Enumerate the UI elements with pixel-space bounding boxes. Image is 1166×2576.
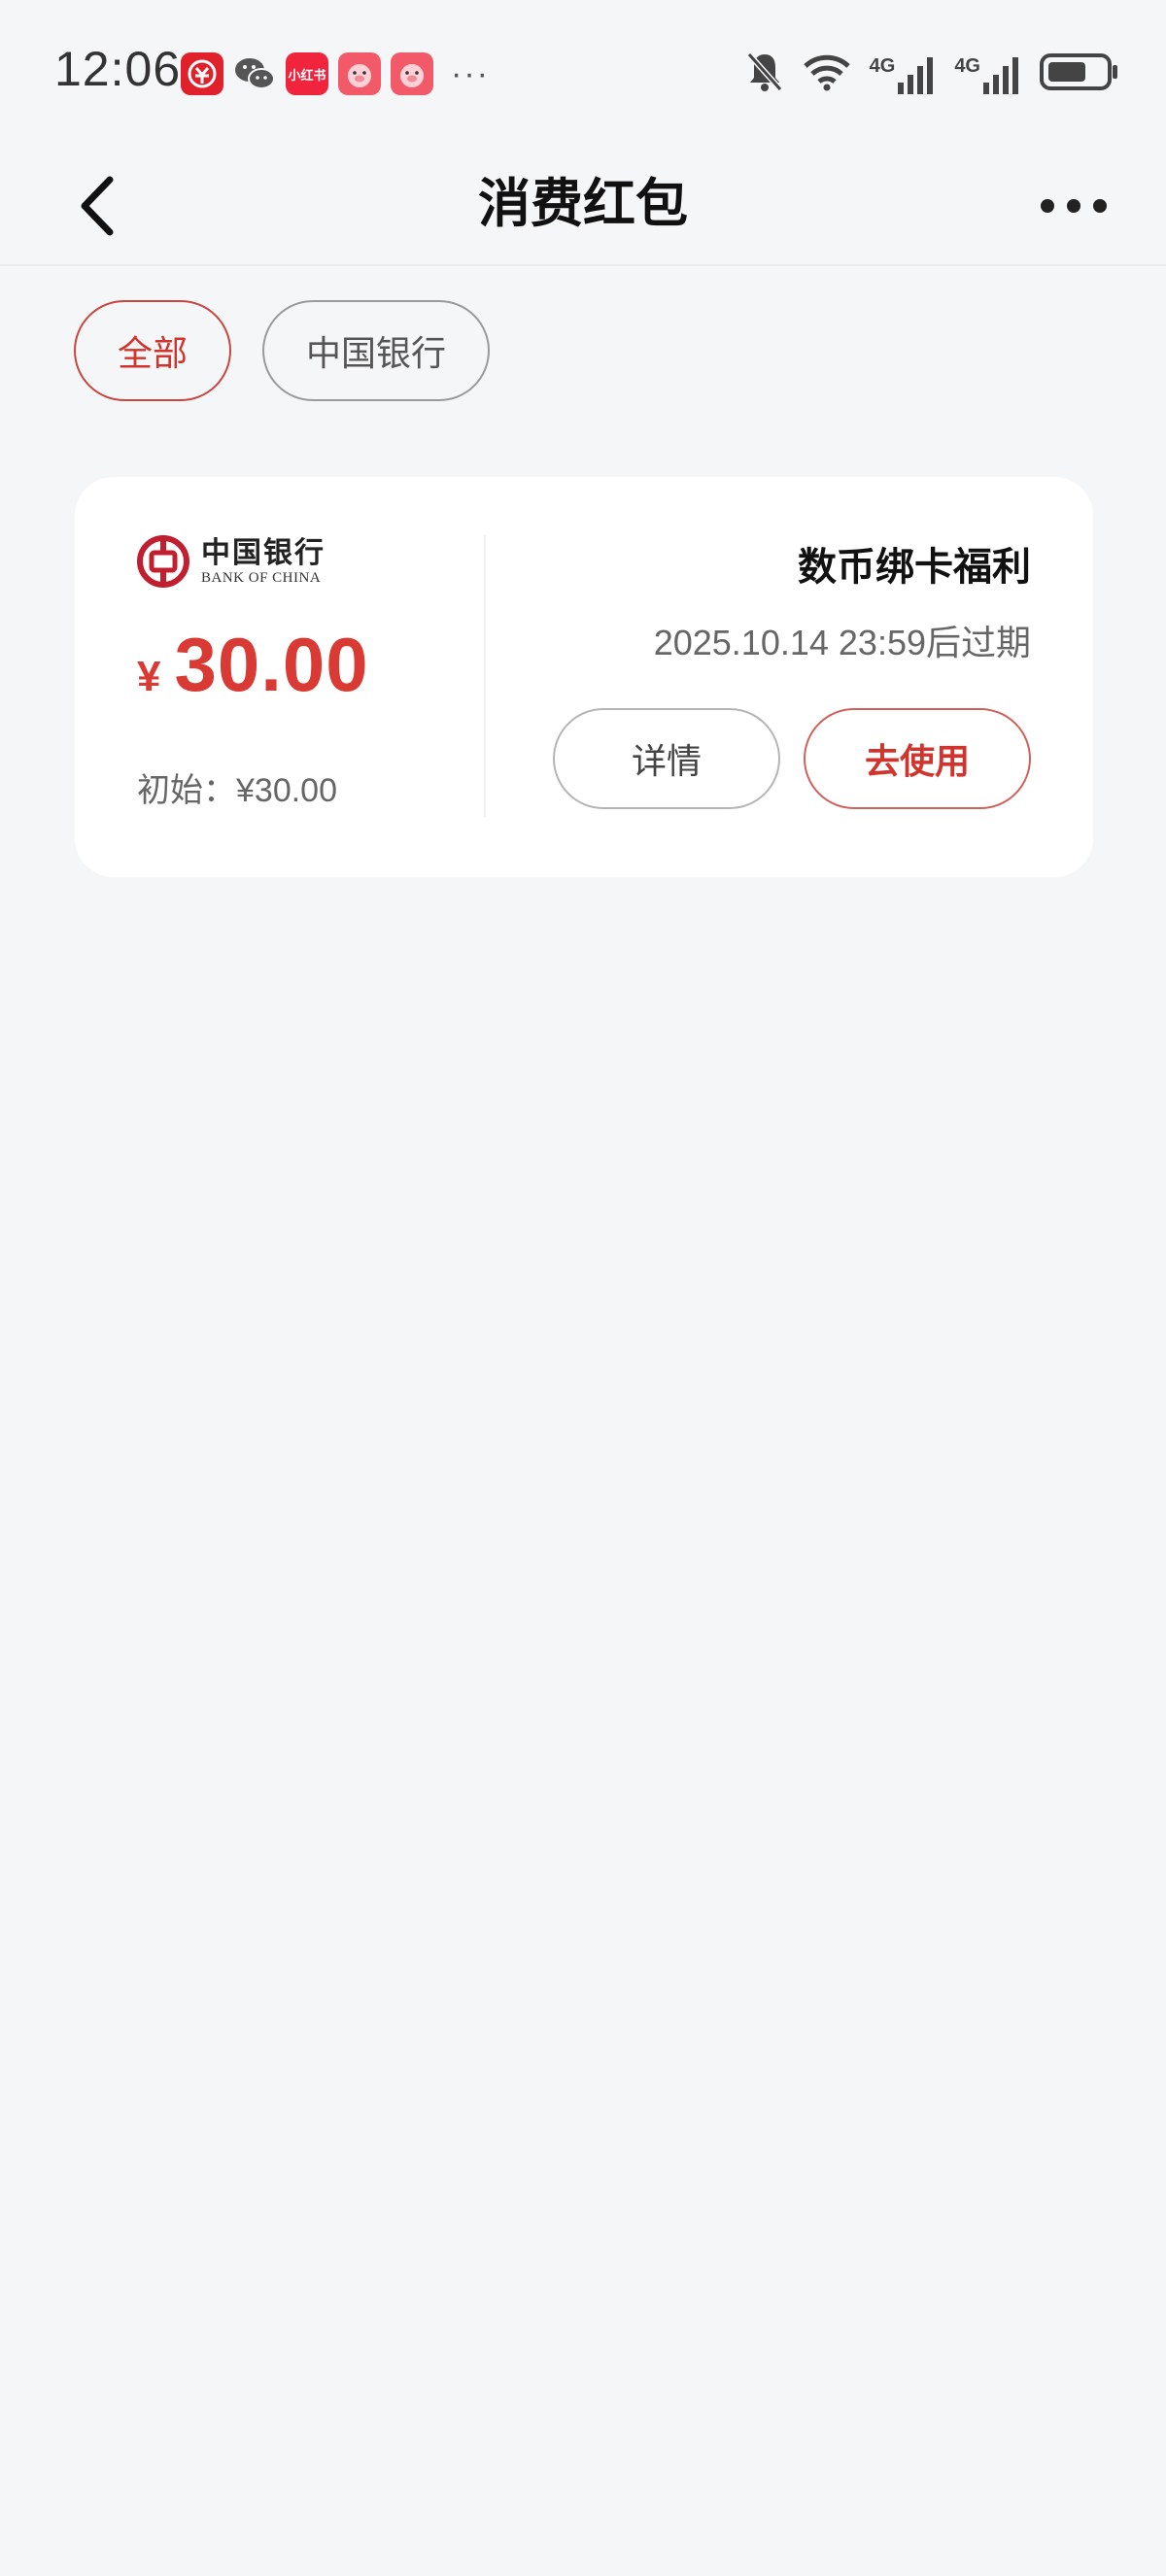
filter-chips: 全部 中国银行 (74, 300, 490, 401)
currency-symbol: ¥ (137, 653, 161, 700)
signal-4g-icon: 4G (954, 55, 1022, 94)
more-dots-icon (1041, 199, 1107, 213)
expiry-date: 2025.10.14 23:59后过期 (653, 623, 1031, 662)
wechat-icon (233, 52, 276, 95)
ecny-app-icon (181, 52, 223, 95)
notification-icons: 小红书 ··· (181, 52, 490, 95)
coupon-card[interactable]: 中国银行 BANK OF CHINA ¥ 30.00 初始：¥30.00 数币绑… (75, 477, 1093, 877)
coupon-actions: 详情 去使用 (553, 708, 1031, 809)
details-button[interactable]: 详情 (553, 708, 780, 809)
more-notifications-indicator: ··· (451, 54, 490, 92)
filter-chip-bank-of-china[interactable]: 中国银行 (262, 300, 490, 401)
pig-app-icon (338, 52, 381, 95)
use-coupon-button[interactable]: 去使用 (804, 708, 1031, 809)
card-divider (484, 535, 486, 817)
bank-of-china-logo-icon (137, 535, 189, 588)
page-title: 消费红包 (478, 175, 688, 233)
system-icons: 4G 4G (745, 51, 1119, 98)
battery-icon (1040, 52, 1119, 96)
bank-name-chinese: 中国银行 (201, 535, 326, 570)
amount-value: 30.00 (174, 622, 369, 707)
coupon-amount-section: 中国银行 BANK OF CHINA ¥ 30.00 初始：¥30.00 (137, 535, 487, 827)
pig-app-icon (391, 52, 433, 95)
status-time: 12:06 (54, 42, 182, 96)
filter-chip-all[interactable]: 全部 (74, 300, 231, 401)
wifi-icon (802, 52, 852, 96)
more-options-button[interactable] (1030, 167, 1117, 245)
bank-logo: 中国银行 BANK OF CHINA (137, 535, 487, 588)
coupon-amount: ¥ 30.00 (137, 621, 369, 709)
initial-amount: 初始：¥30.00 (137, 772, 337, 809)
signal-4g-icon: 4G (870, 55, 938, 94)
coupon-title: 数币绑卡福利 (798, 546, 1031, 589)
navigation-bar: 消费红包 (0, 146, 1166, 266)
coupon-info-section: 数币绑卡福利 2025.10.14 23:59后过期 详情 去使用 (487, 535, 1031, 827)
xiaohongshu-icon: 小红书 (286, 52, 328, 95)
status-bar: 12:06 小红书 ··· 4G 4G (0, 0, 1166, 146)
bank-name-english: BANK OF CHINA (201, 569, 322, 586)
mute-bell-icon (745, 51, 784, 98)
